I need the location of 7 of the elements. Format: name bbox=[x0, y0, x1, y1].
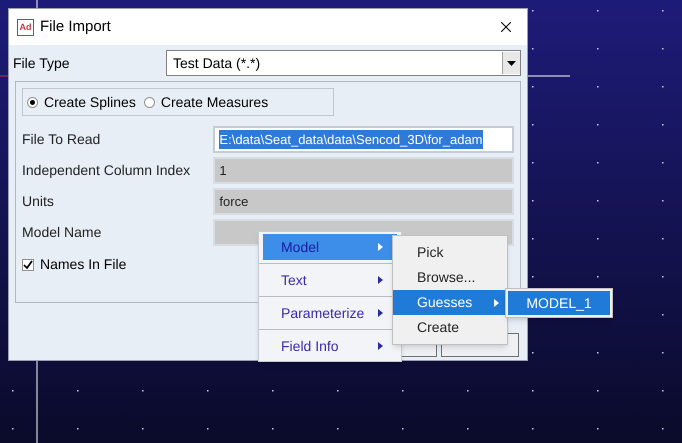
field-label: Units bbox=[22, 192, 55, 211]
field-label: File Type bbox=[13, 54, 71, 73]
field-label: File To Read bbox=[22, 130, 102, 149]
window-title: File Import bbox=[40, 16, 111, 37]
app-logo: Ad bbox=[17, 18, 34, 36]
field-label: Model Name bbox=[22, 223, 102, 242]
field-label: Independent Column Index bbox=[22, 161, 192, 180]
